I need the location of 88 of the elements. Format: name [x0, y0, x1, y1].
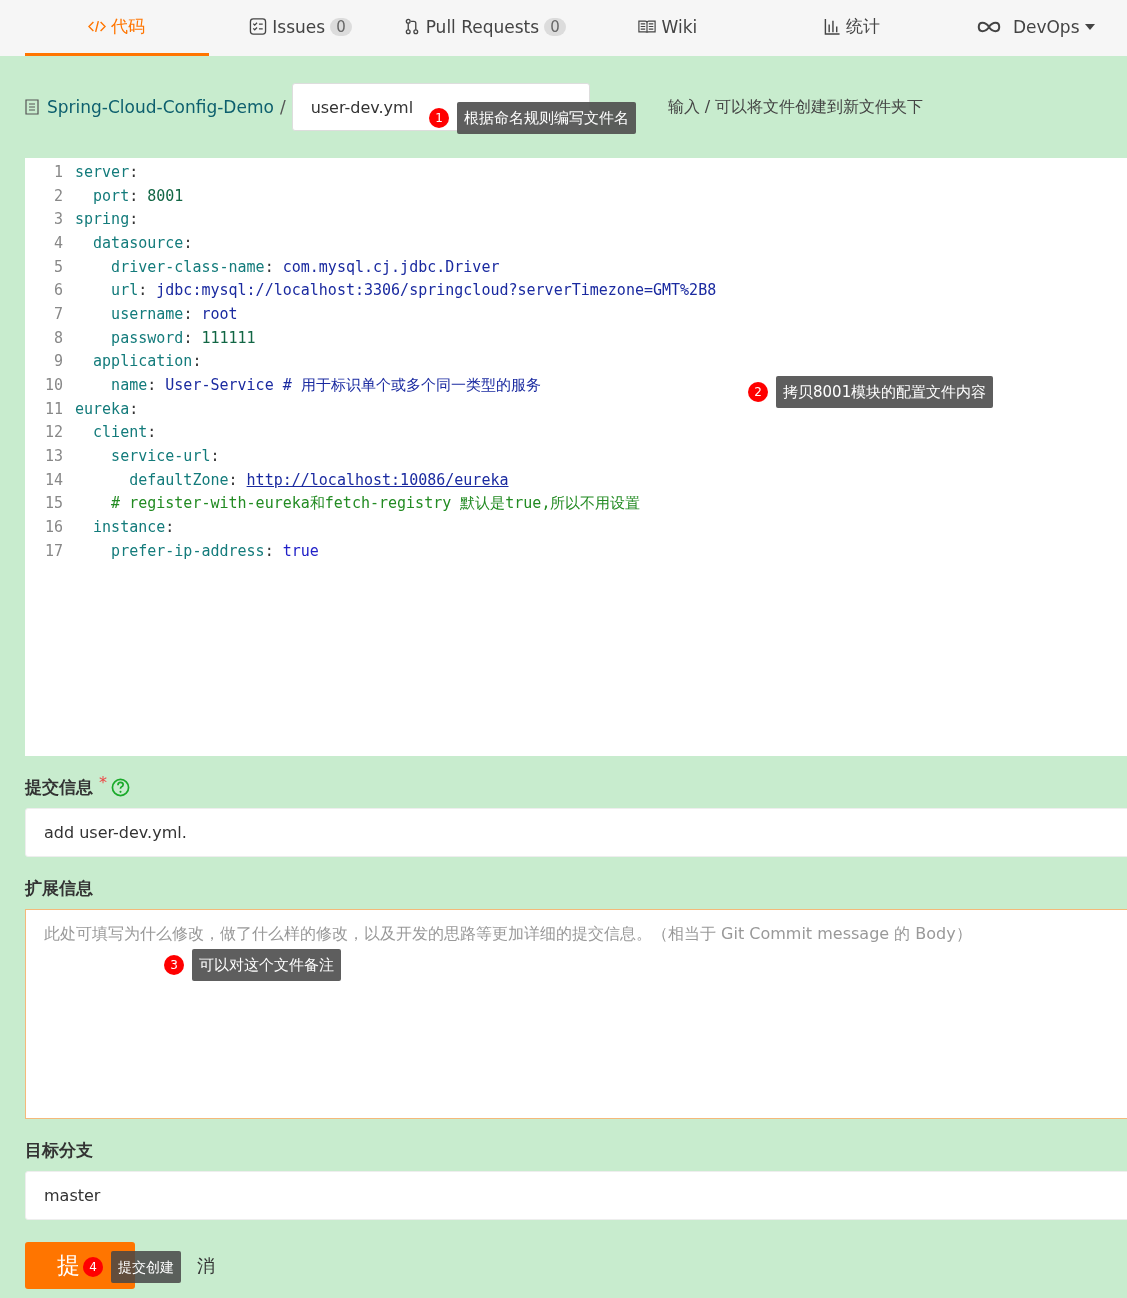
code-key: password	[75, 328, 184, 347]
code-key: username	[75, 304, 184, 323]
infinity-icon	[975, 19, 1002, 34]
nav-tab[interactable]: DevOps	[943, 0, 1127, 56]
code-string: root	[201, 304, 238, 323]
code-punct: :	[147, 375, 158, 394]
book-icon	[638, 18, 657, 35]
bar-chart-icon	[823, 18, 841, 35]
code-key: defaultZone	[75, 470, 229, 489]
line-number: 13	[43, 447, 64, 466]
code-string: User-Service # 用于标识单个或多个同一类型的服务	[165, 375, 541, 394]
code-punct: :	[264, 257, 275, 276]
annotation-tooltip: 根据命名规则编写文件名	[457, 102, 636, 134]
nav-tab[interactable]: Wiki	[576, 0, 760, 56]
code-key: name	[75, 375, 148, 394]
code-boolean: true	[282, 541, 319, 560]
line-number: 2	[52, 186, 64, 205]
code-editor[interactable]	[25, 158, 1127, 756]
file-icon	[25, 99, 39, 115]
cancel-link[interactable]: 消	[197, 1253, 215, 1278]
line-number: 17	[43, 541, 64, 560]
code-key: service-url	[75, 447, 211, 466]
line-number: 15	[43, 494, 64, 513]
required-mark: *	[99, 772, 107, 792]
line-number: 12	[43, 423, 64, 442]
checklist-icon	[249, 18, 268, 35]
code-key: eureka	[75, 399, 130, 418]
code-punct: :	[192, 352, 202, 371]
code-comment: # register-with-eureka和fetch-registry 默认是true,所以不用设置	[110, 493, 641, 512]
code-key: url	[75, 281, 139, 300]
code-punct: :	[183, 304, 194, 323]
line-number: 10	[43, 376, 64, 395]
code-punct: :	[264, 541, 275, 560]
path-hint: 输入 / 可以将文件创建到新文件夹下	[667, 96, 924, 118]
code-punct: :	[129, 186, 140, 205]
code-key: datasource	[75, 233, 184, 252]
code-key: instance	[75, 518, 166, 537]
commit-message-field[interactable]: add user-dev.yml.	[25, 808, 1127, 857]
help-icon[interactable]	[111, 777, 130, 797]
caret-icon	[1084, 23, 1095, 30]
code-key: port	[75, 186, 130, 205]
annotation-tooltip: 拷贝8001模块的配置文件内容	[776, 376, 994, 408]
line-number: 4	[52, 233, 64, 252]
code-number: 8001	[147, 186, 184, 205]
code-punct: :	[165, 518, 175, 537]
line-number: 9	[52, 352, 64, 371]
line-number: 1	[52, 162, 64, 181]
code-key: spring	[75, 210, 130, 229]
field-label: 目标分支	[25, 1138, 93, 1162]
code-punct: :	[183, 233, 193, 252]
code-number: 111111	[201, 328, 256, 347]
count-badge: 0	[544, 17, 566, 36]
code-punct: :	[129, 162, 139, 181]
code-punct: :	[138, 281, 149, 300]
code-key: prefer-ip-address	[75, 541, 265, 560]
nav-tab[interactable]: Pull Requests 0	[392, 0, 576, 56]
code-punct: :	[228, 470, 239, 489]
nav-tab[interactable]: 统计	[759, 0, 944, 56]
repo-link[interactable]: Spring-Cloud-Config-Demo	[47, 97, 274, 117]
field-label: 扩展信息	[25, 876, 93, 900]
code-punct: :	[183, 328, 194, 347]
line-number: 14	[43, 470, 64, 489]
line-number: 11	[43, 399, 64, 418]
line-number: 3	[52, 210, 64, 229]
code-key: application	[75, 352, 193, 371]
code-string: com.mysql.cj.jdbc.Driver	[282, 257, 500, 276]
line-number: 5	[52, 257, 64, 276]
annotation-tooltip: 提交创建	[111, 1251, 181, 1283]
code-key: driver-class-name	[75, 257, 265, 276]
code-key: client	[75, 423, 148, 442]
code-link[interactable]: http://localhost:10086/eureka	[246, 470, 509, 489]
code-key: server	[75, 162, 130, 181]
nav-tab[interactable]: Issues 0	[208, 0, 393, 56]
code-icon	[88, 18, 107, 35]
line-number: 16	[43, 518, 64, 537]
path-separator: /	[279, 97, 286, 117]
annotation-tooltip: 可以对这个文件备注	[192, 949, 341, 981]
code-punct: :	[147, 423, 157, 442]
line-number: 8	[52, 328, 64, 347]
code-punct: :	[210, 447, 220, 466]
branch-field[interactable]: master	[25, 1171, 1127, 1220]
field-label: 提交信息	[25, 775, 93, 799]
line-number: 7	[52, 304, 64, 323]
line-number: 6	[52, 281, 64, 300]
code-punct: :	[129, 210, 139, 229]
code-punct: :	[129, 399, 139, 418]
count-badge: 0	[330, 17, 352, 36]
code-string: jdbc:mysql://localhost:3306/springcloud?serverTimezone=GMT%2B8	[156, 281, 717, 300]
